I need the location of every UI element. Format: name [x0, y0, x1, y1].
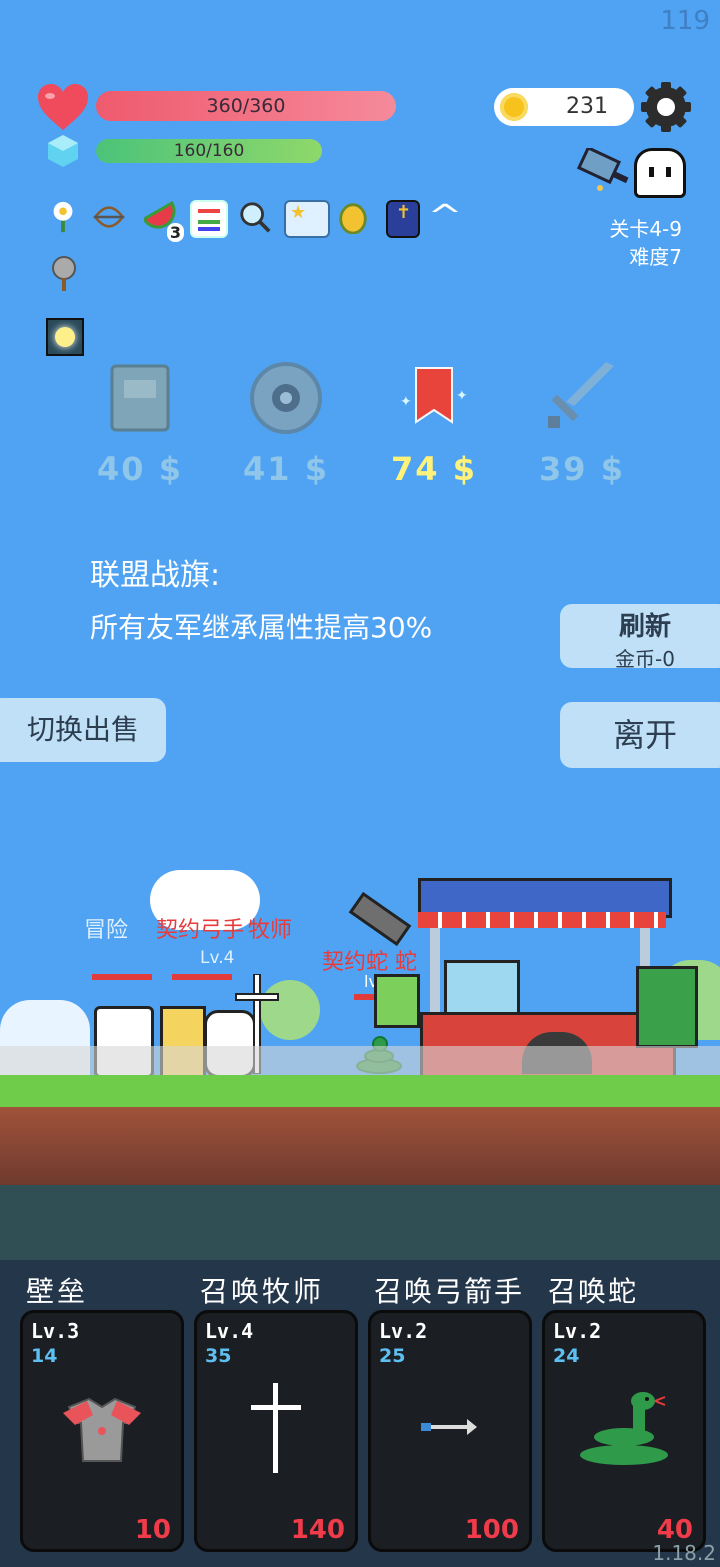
hammer-icon — [348, 891, 412, 947]
ghost-pet-icon[interactable] — [634, 148, 686, 198]
grass-ground — [0, 1075, 720, 1107]
ally-hp-bar — [172, 974, 232, 980]
item-badge: 3 — [166, 223, 184, 242]
dirt-ground — [0, 1107, 720, 1185]
skill-card-armor[interactable]: Lv.3 14 10 — [20, 1310, 184, 1552]
stage-difficulty: 难度7 — [629, 245, 682, 269]
skill-card-priest[interactable]: Lv.4 35 140 — [194, 1310, 358, 1552]
coin-amount: 231 — [566, 94, 608, 119]
book-icon[interactable] — [102, 360, 178, 436]
leave-button[interactable]: 离开 — [560, 702, 720, 768]
card-name: 壁垒 — [26, 1275, 89, 1308]
pineapple-icon[interactable] — [336, 200, 370, 234]
card-level: Lv.4 — [205, 1319, 254, 1343]
cross-icon — [251, 1383, 301, 1473]
card-number: 35 — [205, 1345, 232, 1367]
ally-level: Lv.4 — [200, 948, 235, 968]
shop-price: 40 $ — [97, 450, 183, 488]
merchant-npc[interactable] — [636, 966, 698, 1048]
shop-sign — [374, 974, 420, 1028]
cart-awning — [418, 912, 666, 928]
spiked-mace-icon[interactable] — [46, 252, 82, 292]
hp-bar: 360/360 — [96, 91, 396, 121]
stage-level: 关卡4-9 — [609, 217, 682, 241]
watermelon-icon[interactable]: 3 — [142, 200, 184, 242]
card-name: 召唤弓箭手 — [374, 1275, 525, 1308]
coin-counter: 231 — [494, 88, 634, 126]
flower-icon[interactable] — [46, 200, 80, 234]
arrow-icon — [421, 1419, 477, 1435]
cart-window — [444, 960, 520, 1020]
fps-counter: 119 — [660, 6, 710, 36]
mp-text: 160/160 — [173, 141, 245, 161]
svg-text:✦: ✦ — [400, 394, 412, 410]
mp-bar: 160/160 — [96, 139, 322, 163]
shield-icon[interactable] — [248, 360, 324, 436]
switch-sell-button[interactable]: 切换出售 — [0, 698, 166, 762]
refresh-button[interactable]: 刷新 金币-0 — [560, 604, 720, 671]
watering-can-icon[interactable] — [576, 148, 632, 194]
crossbow-icon[interactable] — [92, 200, 126, 234]
shop-price: 39 $ — [539, 450, 625, 488]
snake-icon — [580, 1392, 668, 1465]
crystal-icon — [48, 135, 78, 167]
card-number: 25 — [379, 1345, 406, 1367]
card-number: 14 — [31, 1345, 58, 1367]
glow-gem-icon[interactable] — [46, 318, 84, 356]
hp-text: 360/360 — [206, 95, 286, 117]
skill-card-snake[interactable]: Lv.2 24 40 — [542, 1310, 706, 1552]
list-icon[interactable] — [190, 200, 228, 238]
sword-icon[interactable] — [544, 360, 620, 436]
ally-label: 牧师 — [248, 918, 293, 943]
skill-card-archer[interactable]: Lv.2 25 100 — [368, 1310, 532, 1552]
settings-gear-icon[interactable] — [641, 82, 691, 132]
card-cost: 100 — [464, 1515, 519, 1545]
heart-icon — [38, 84, 88, 130]
refresh-label: 刷新 — [618, 612, 671, 642]
holy-book-icon[interactable]: ✝ — [386, 200, 420, 238]
card-level: Lv.2 — [553, 1319, 602, 1343]
refresh-cost: 金币-0 — [615, 647, 675, 671]
armor-icon — [63, 1397, 141, 1462]
shop-price: 41 $ — [243, 450, 329, 488]
card-level: Lv.3 — [31, 1319, 80, 1343]
item-description: 所有友军继承属性提高30% — [90, 611, 433, 644]
collapse-chevron-icon[interactable]: ^ — [421, 200, 469, 234]
card-cost: 10 — [134, 1515, 171, 1545]
card-name: 召唤牧师 — [200, 1275, 325, 1308]
ally-hp-bar — [92, 974, 152, 980]
card-cost: 140 — [290, 1515, 345, 1545]
card-name: 召唤蛇 — [548, 1275, 639, 1308]
version-label: 1.18.2 — [652, 1541, 716, 1565]
ally-label: 冒险 — [84, 918, 129, 943]
coin-icon — [500, 93, 528, 121]
ally-label: 契约弓手 — [156, 918, 245, 943]
item-title: 联盟战旗: — [90, 558, 221, 593]
stage-info: 关卡4-9 难度7 — [609, 215, 682, 271]
water-strip — [0, 1185, 720, 1260]
shop-price-selected: 74 $ — [391, 450, 477, 488]
card-number: 24 — [553, 1345, 580, 1367]
svg-text:✦: ✦ — [456, 388, 468, 404]
star-card-icon[interactable]: ★ — [284, 200, 330, 238]
card-level: Lv.2 — [379, 1319, 428, 1343]
banner-icon[interactable]: ✦ ✦ — [396, 360, 472, 436]
magnifier-icon[interactable] — [238, 200, 272, 234]
